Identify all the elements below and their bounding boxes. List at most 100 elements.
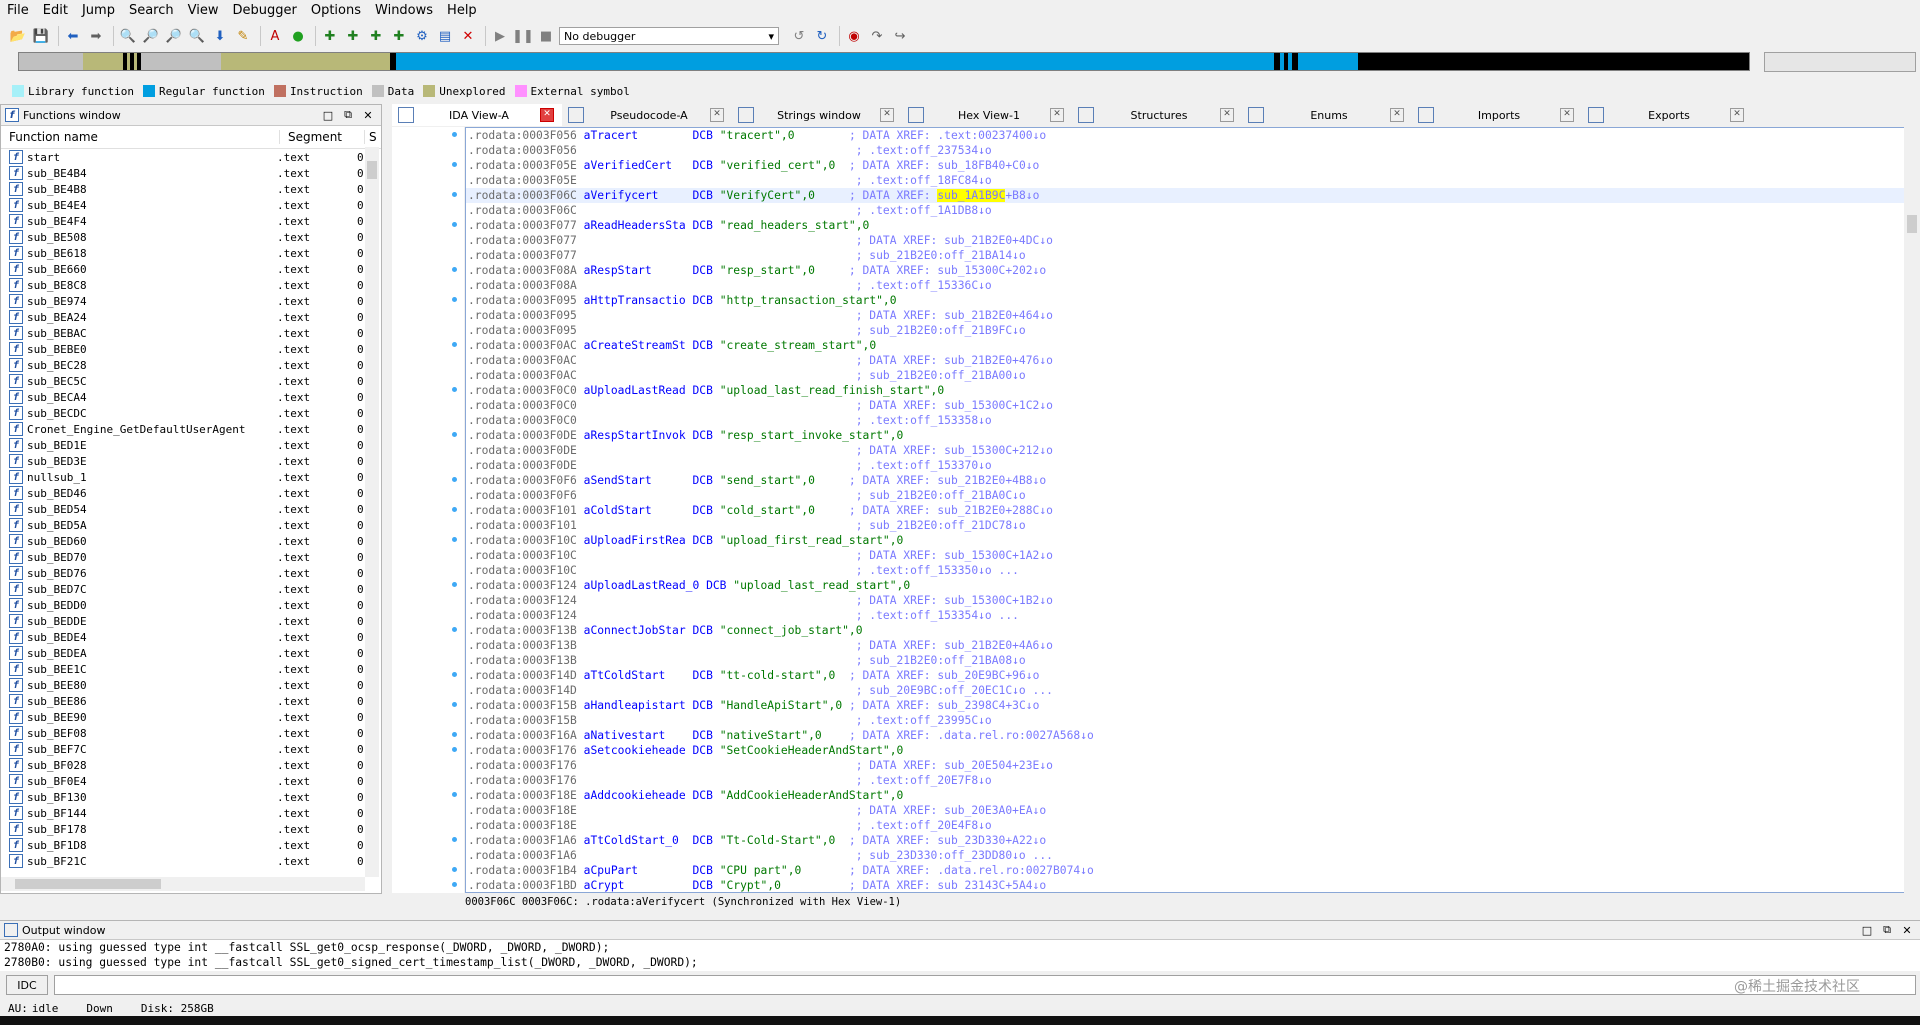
disasm-comment[interactable]: ; sub_21B2E0:off_21B9FC↓o <box>856 324 1026 337</box>
breakpoint-dot[interactable] <box>452 882 457 887</box>
disasm-line[interactable]: .rodata:0003F176 ; DATA XREF: sub_20E504… <box>466 758 1904 773</box>
tab-hex-view-1[interactable]: Hex View-1 ✕ <box>902 104 1072 126</box>
float-icon[interactable]: □ <box>321 108 335 122</box>
navigation-combo[interactable] <box>1764 52 1916 72</box>
function-row[interactable]: f sub_BED46 .text 0 <box>1 485 381 501</box>
disasm-comment[interactable]: ; sub_20E9BC:off_20EC1C↓o ... <box>856 684 1053 697</box>
menu-windows[interactable]: Windows <box>368 0 440 22</box>
disasm-label[interactable]: aTtColdStart_0 <box>584 834 679 847</box>
breakpoint-dot[interactable] <box>452 837 457 842</box>
hscroll-thumb[interactable] <box>15 879 161 889</box>
disasm-comment[interactable]: ; sub_21B2E0:off_21BA08↓o <box>856 654 1026 667</box>
function-row[interactable]: f sub_BE4B4 .text 0 <box>1 165 381 181</box>
disasm-comment[interactable]: ; DATA XREF: sub_21B2E0+288C↓o <box>849 504 1053 517</box>
disasm-comment[interactable]: ; DATA XREF: sub_21B2E0+4B8↓o <box>849 474 1046 487</box>
breakpoint-dot[interactable] <box>452 132 457 137</box>
disasm-line[interactable]: .rodata:0003F124 aUploadLastRead_0 DCB "… <box>466 578 1904 593</box>
pause-icon[interactable]: ❚❚ <box>512 26 534 46</box>
breakpoint-dot[interactable] <box>452 342 457 347</box>
breakpoint-dot[interactable] <box>452 792 457 797</box>
vscroll-thumb[interactable] <box>367 161 377 179</box>
add-enum-icon[interactable]: ✚ <box>389 26 409 46</box>
disasm-comment[interactable]: ; DATA XREF: sub_15300C+1C2↓o <box>856 399 1053 412</box>
close-icon[interactable]: ✕ <box>1050 108 1064 122</box>
disasm-line[interactable]: .rodata:0003F176 ; .text:off_20E7F8↓o <box>466 773 1904 788</box>
function-row[interactable]: f sub_BEE1C .text 0 <box>1 661 381 677</box>
disasm-comment[interactable]: ; DATA XREF: sub_20E3A0+EA↓o <box>856 804 1046 817</box>
disasm-comment[interactable]: ; .text:off_153350↓o ... <box>856 564 1019 577</box>
disasm-line[interactable]: .rodata:0003F0C0 aUploadLastRead DCB "up… <box>466 383 1904 398</box>
disasm-comment[interactable]: ; sub_23D330:off_23DD80↓o ... <box>856 849 1053 862</box>
play-icon[interactable]: ▶ <box>490 26 510 46</box>
disasm-label[interactable]: aCrypt <box>584 879 625 892</box>
float-icon[interactable]: □ <box>1860 923 1874 937</box>
function-row[interactable]: f nullsub_1 .text 0 <box>1 469 381 485</box>
disasm-line[interactable]: .rodata:0003F13B ; sub_21B2E0:off_21BA08… <box>466 653 1904 668</box>
breakpoint-icon[interactable]: ◉ <box>844 26 864 46</box>
disasm-line[interactable]: .rodata:0003F1A6 aTtColdStart_0 DCB "Tt-… <box>466 833 1904 848</box>
close-icon[interactable]: ✕ <box>1390 108 1404 122</box>
disasm-line[interactable]: .rodata:0003F1A6 ; sub_23D330:off_23DD80… <box>466 848 1904 863</box>
function-row[interactable]: f start .text 0 <box>1 149 381 165</box>
disasm-line[interactable]: .rodata:0003F0AC aCreateStreamSt DCB "cr… <box>466 338 1904 353</box>
disasm-comment[interactable]: ; .text:off_153370↓o <box>856 459 992 472</box>
function-row[interactable]: f sub_BE4F4 .text 0 <box>1 213 381 229</box>
function-row[interactable]: f sub_BEDD0 .text 0 <box>1 597 381 613</box>
close-icon[interactable]: ✕ <box>361 108 375 122</box>
function-row[interactable]: f sub_BEF7C .text 0 <box>1 741 381 757</box>
create-function-icon[interactable]: ✚ <box>320 26 340 46</box>
menu-jump[interactable]: Jump <box>75 0 122 22</box>
function-row[interactable]: f sub_BF028 .text 0 <box>1 757 381 773</box>
disasm-comment[interactable]: ; DATA XREF: sub_23D330+A22↓o <box>849 834 1046 847</box>
function-row[interactable]: f sub_BEBE0 .text 0 <box>1 341 381 357</box>
disasm-line[interactable]: .rodata:0003F08A aRespStart DCB "resp_st… <box>466 263 1904 278</box>
disasm-line[interactable]: .rodata:0003F18E aAddcookieheade DCB "Ad… <box>466 788 1904 803</box>
function-row[interactable]: f sub_BEC5C .text 0 <box>1 373 381 389</box>
menu-options[interactable]: Options <box>304 0 368 22</box>
tab-ida-view-a[interactable]: IDA View-A ✕ <box>392 104 562 126</box>
function-row[interactable]: f sub_BF178 .text 0 <box>1 821 381 837</box>
disasm-line[interactable]: .rodata:0003F0DE aRespStartInvok DCB "re… <box>466 428 1904 443</box>
navigation-band[interactable] <box>18 52 1750 71</box>
binary-search-icon[interactable]: 🔍 <box>118 26 138 46</box>
disasm-line[interactable]: .rodata:0003F10C ; .text:off_153350↓o ..… <box>466 563 1904 578</box>
disasm-line[interactable]: .rodata:0003F08A ; .text:off_15336C↓o <box>466 278 1904 293</box>
function-row[interactable]: f sub_BEDE4 .text 0 <box>1 629 381 645</box>
disasm-line[interactable]: .rodata:0003F0C0 ; DATA XREF: sub_15300C… <box>466 398 1904 413</box>
disasm-line[interactable]: .rodata:0003F077 ; DATA XREF: sub_21B2E0… <box>466 233 1904 248</box>
tab-pseudocode-a[interactable]: Pseudocode-A ✕ <box>562 104 732 126</box>
restore-icon[interactable]: ⧉ <box>341 108 355 122</box>
disasm-line[interactable]: .rodata:0003F13B ; DATA XREF: sub_21B2E0… <box>466 638 1904 653</box>
column-function-name[interactable]: Function name <box>1 130 280 144</box>
disasm-line[interactable]: .rodata:0003F10C ; DATA XREF: sub_15300C… <box>466 548 1904 563</box>
disasm-label[interactable]: aHandleapistart <box>584 699 686 712</box>
disasm-comment[interactable]: ; DATA XREF: sub_18FB40+C0↓o <box>849 159 1039 172</box>
close-icon[interactable]: ✕ <box>1730 108 1744 122</box>
breakpoint-dot[interactable] <box>452 867 457 872</box>
disasm-comment[interactable]: ; sub_21B2E0:off_21BA0C↓o <box>856 489 1026 502</box>
disasm-label[interactable]: aConnectJobStar <box>584 624 686 637</box>
mark-icon[interactable]: ✎ <box>233 26 253 46</box>
disasm-line[interactable]: .rodata:0003F0C0 ; .text:off_153358↓o <box>466 413 1904 428</box>
tab-imports[interactable]: Imports ✕ <box>1412 104 1582 126</box>
disasm-label[interactable]: aNativestart <box>584 729 666 742</box>
function-row[interactable]: f sub_BED70 .text 0 <box>1 549 381 565</box>
disasm-comment[interactable]: ; DATA XREF: sub_21B2E0+4DC↓o <box>856 234 1053 247</box>
close-icon[interactable]: ✕ <box>1560 108 1574 122</box>
disasm-comment[interactable]: ; DATA XREF: sub_15300C+1B2↓o <box>856 594 1053 607</box>
tab-enums[interactable]: Enums ✕ <box>1242 104 1412 126</box>
menu-search[interactable]: Search <box>122 0 181 22</box>
function-row[interactable]: f sub_BED60 .text 0 <box>1 533 381 549</box>
disasm-line[interactable]: .rodata:0003F101 aColdStart DCB "cold_st… <box>466 503 1904 518</box>
disasm-comment[interactable]: ; .text:off_20E4F8↓o <box>856 819 992 832</box>
disasm-comment[interactable]: ; DATA XREF: sub_15300C+1A2↓o <box>856 549 1053 562</box>
disasm-line[interactable]: .rodata:0003F18E ; DATA XREF: sub_20E3A0… <box>466 803 1904 818</box>
breakpoint-dot[interactable] <box>452 747 457 752</box>
disasm-comment[interactable]: ; .text:off_15336C↓o <box>856 279 992 292</box>
disasm-comment[interactable]: ; sub_21B2E0:off_21BA00↓o <box>856 369 1026 382</box>
disasm-comment[interactable]: ; sub_21B2E0:off_21DC78↓o <box>856 519 1026 532</box>
gear-icon[interactable]: ⚙ <box>412 26 432 46</box>
restore-icon[interactable]: ⧉ <box>1880 923 1894 937</box>
function-row[interactable]: f sub_BED76 .text 0 <box>1 565 381 581</box>
tab-exports[interactable]: Exports ✕ <box>1582 104 1752 126</box>
